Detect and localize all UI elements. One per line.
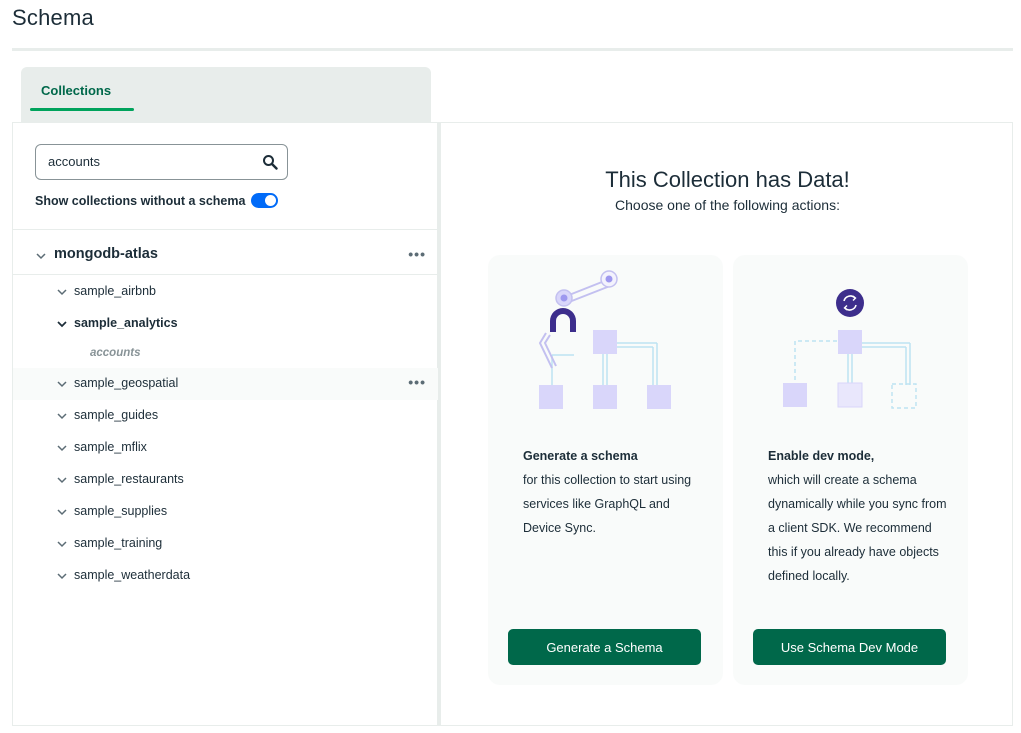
collection-name: sample_mflix (74, 440, 147, 454)
chevron-down-icon[interactable] (56, 286, 68, 298)
collection-name: sample_guides (74, 408, 159, 422)
collection-row[interactable]: sample_analytics (13, 308, 438, 340)
collection-child-item[interactable]: accounts (90, 347, 141, 359)
tab-active-indicator (30, 108, 134, 111)
chevron-down-icon[interactable] (56, 318, 68, 330)
collection-row[interactable]: sample_mflix (13, 432, 438, 464)
database-row[interactable]: mongodb-atlas ••• (13, 238, 438, 274)
collection-name: sample_weatherdata (74, 568, 191, 582)
collection-name: sample_restaurants (74, 472, 184, 486)
generate-schema-card: Generate a schema for this collection to… (488, 255, 723, 685)
generate-schema-button[interactable]: Generate a Schema (508, 629, 701, 665)
collection-row[interactable]: sample_geospatial ••• (13, 368, 438, 400)
collection-row[interactable]: sample_supplies (13, 496, 438, 528)
robot-arm-tree-illustration (538, 270, 671, 409)
chevron-down-icon[interactable] (35, 250, 47, 262)
chevron-down-icon[interactable] (56, 570, 68, 582)
sidebar-divider (13, 229, 438, 230)
panel-subheading: Choose one of the following actions: (615, 197, 840, 213)
collection-name: sample_supplies (74, 504, 168, 518)
card-body: for this collection to start using servi… (523, 473, 692, 535)
card-body: which will create a schema dynamically w… (768, 473, 947, 583)
panel-heading: This Collection has Data! (605, 167, 850, 192)
toggle-knob (265, 195, 277, 206)
database-divider (13, 274, 438, 275)
chevron-down-icon[interactable] (56, 538, 68, 550)
show-without-schema-toggle[interactable] (251, 193, 279, 208)
collection-name: sample_training (74, 536, 163, 550)
chevron-down-icon[interactable] (56, 442, 68, 454)
dev-mode-card: Enable dev mode, which will create a sch… (733, 255, 968, 685)
tab-collections[interactable]: Collections (41, 83, 111, 98)
collection-row[interactable]: sample_airbnb (13, 276, 438, 308)
collection-name: sample_analytics (74, 316, 178, 330)
card-title: Generate a schema (523, 449, 638, 463)
card-title: Enable dev mode, (768, 449, 875, 463)
database-name: mongodb-atlas (54, 246, 158, 262)
collection-name: sample_geospatial (74, 376, 179, 390)
chevron-down-icon[interactable] (56, 506, 68, 518)
chevron-down-icon[interactable] (56, 474, 68, 486)
tab-bar: Collections (21, 67, 431, 123)
title-divider (12, 48, 1013, 51)
collection-row[interactable]: sample_restaurants (13, 464, 438, 496)
toggle-label: Show collections without a schema (35, 193, 246, 208)
collection-row[interactable]: sample_training (13, 528, 438, 560)
schema-filter-toggle-row: Show collections without a schema (35, 193, 279, 208)
chevron-down-icon[interactable] (56, 410, 68, 422)
card-description: Generate a schema for this collection to… (523, 444, 703, 540)
collection-row[interactable]: sample_weatherdata (13, 560, 438, 592)
collection-name: sample_airbnb (74, 284, 156, 298)
chevron-down-icon[interactable] (56, 378, 68, 390)
collections-sidebar: Show collections without a schema mongod… (12, 122, 440, 726)
collection-row[interactable]: sample_guides (13, 400, 438, 432)
schema-actions-panel: This Collection has Data! Choose one of … (440, 122, 1013, 726)
card-description: Enable dev mode, which will create a sch… (768, 444, 948, 588)
use-dev-mode-button[interactable]: Use Schema Dev Mode (753, 629, 946, 665)
more-options-icon[interactable]: ••• (408, 374, 426, 390)
search-input[interactable] (48, 154, 248, 169)
more-options-icon[interactable]: ••• (408, 246, 426, 262)
sync-tree-illustration (783, 289, 917, 409)
search-icon[interactable] (262, 154, 278, 170)
search-field[interactable] (35, 144, 288, 180)
page-title: Schema (12, 5, 94, 30)
